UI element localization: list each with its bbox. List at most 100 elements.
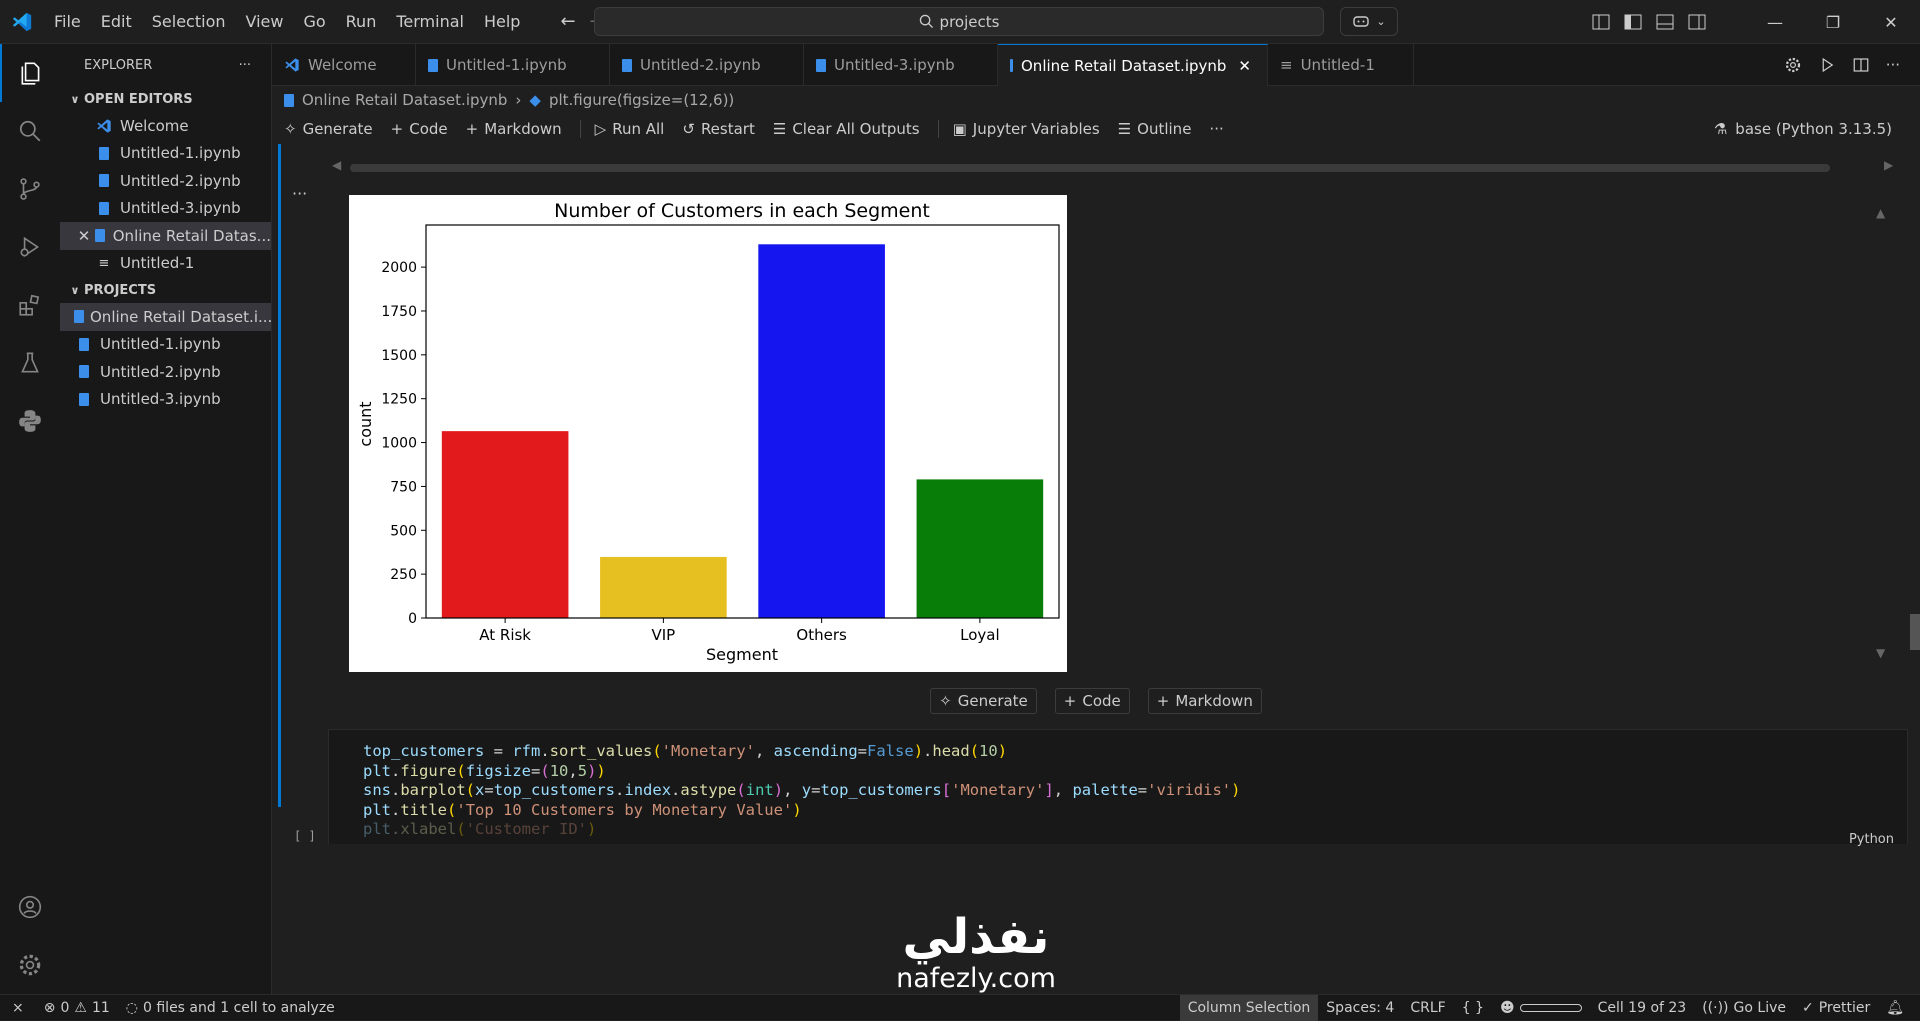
code-line: sns.barplot(x=top_customers.index.astype… (363, 781, 1241, 799)
notebook-toolbar: ✧ Generate + Code + Markdown ▷ Run All ↺ Rest… (272, 114, 1920, 144)
language-braces[interactable]: { } (1454, 995, 1492, 1021)
check-icon: ✓ (1801, 1000, 1814, 1016)
open-editor-item[interactable]: Untitled-3.ipynb (60, 195, 271, 223)
close-icon[interactable]: ✕ (1238, 57, 1251, 75)
run-all-button[interactable]: ▷ Run All (595, 120, 665, 138)
run-icon[interactable] (1818, 56, 1836, 74)
menu-help[interactable]: Help (474, 12, 530, 31)
output-more-icon[interactable]: ··· (292, 184, 307, 203)
clear-outputs-button[interactable]: ☰ Clear All Outputs (773, 120, 920, 138)
tab-untitled-3-ipynb[interactable]: Untitled-3.ipynb (804, 44, 998, 86)
restore-icon[interactable]: ❐ (1804, 13, 1862, 32)
copilot-button[interactable]: ⌄ (1340, 7, 1398, 36)
menu-go[interactable]: Go (293, 12, 335, 31)
add-code-button[interactable]: + Code (391, 120, 448, 138)
add-code-button[interactable]: + Code (1054, 688, 1130, 714)
project-file-item[interactable]: Untitled-3.ipynb (60, 386, 271, 414)
add-markdown-button[interactable]: + Markdown (466, 120, 562, 138)
tab-welcome[interactable]: Welcome (272, 44, 416, 86)
breadcrumb-file[interactable]: Online Retail Dataset.ipynb (302, 91, 507, 109)
column-selection-mode[interactable]: Column Selection (1179, 995, 1319, 1021)
indentation[interactable]: Spaces: 4 (1318, 995, 1402, 1021)
scroll-left-icon[interactable]: ◀ (332, 158, 341, 172)
open-editors-header[interactable]: ∨ OPEN EDITORS (60, 86, 271, 112)
toggle-primary-sidebar-icon[interactable] (1624, 14, 1642, 30)
open-editor-item[interactable]: ≡ Untitled-1 (60, 250, 271, 278)
generate-button[interactable]: ✧ Generate (284, 120, 373, 138)
menu-edit[interactable]: Edit (91, 12, 142, 31)
explorer-activity[interactable] (0, 44, 60, 102)
plus-icon: + (390, 120, 404, 138)
analysis-status[interactable]: ◌ 0 files and 1 cell to analyze (118, 995, 343, 1021)
split-editor-icon[interactable] (1852, 56, 1870, 74)
close-window-icon[interactable]: ✕ (1862, 13, 1920, 32)
more-actions-icon[interactable]: ··· (1209, 120, 1223, 138)
customize-layout-icon[interactable] (1592, 14, 1610, 30)
testing-activity[interactable] (0, 334, 60, 392)
menu-terminal[interactable]: Terminal (386, 12, 474, 31)
open-editor-item-active[interactable]: ✕ Online Retail Datas... (60, 222, 271, 250)
toggle-secondary-sidebar-icon[interactable] (1688, 14, 1706, 30)
breadcrumb-symbol[interactable]: plt.figure(figsize=(12,6)) (549, 91, 734, 109)
open-editor-item[interactable]: Welcome (60, 112, 271, 140)
cell-position[interactable]: Cell 19 of 23 (1590, 995, 1695, 1021)
go-live-button[interactable]: ((·)) Go Live (1694, 995, 1794, 1021)
tab-untitled-1-ipynb[interactable]: Untitled-1.ipynb (416, 44, 610, 86)
code-cell-editor[interactable]: top_customers = rfm.sort_values('Monetar… (328, 729, 1908, 844)
more-actions-icon[interactable]: ··· (239, 58, 251, 73)
run-debug-activity[interactable] (0, 218, 60, 276)
y-axis-label: count (356, 401, 375, 446)
tab-online-retail-dataset[interactable]: Online Retail Dataset.ipynb ✕ (998, 44, 1268, 86)
generate-button[interactable]: ✧ Generate (930, 688, 1037, 714)
menu-view[interactable]: View (236, 12, 294, 31)
output-horizontal-scrollbar[interactable] (350, 164, 1830, 172)
manage-activity[interactable] (0, 936, 60, 994)
close-icon[interactable]: ✕ (74, 227, 94, 245)
prettier-status[interactable]: ✓ Prettier (1794, 995, 1878, 1021)
tab-untitled-2-ipynb[interactable]: Untitled-2.ipynb (610, 44, 804, 86)
editor-area: Welcome Untitled-1.ipynb Untitled-2.ipyn… (272, 44, 1920, 994)
kernel-picker[interactable]: ⚗ base (Python 3.13.5) (1714, 114, 1892, 144)
gear-icon[interactable] (1784, 56, 1802, 74)
outline-button[interactable]: ☰ Outline (1118, 120, 1192, 138)
menu-selection[interactable]: Selection (142, 12, 236, 31)
toggle-panel-icon[interactable] (1656, 14, 1674, 30)
remote-indicator[interactable]: ⨯ (0, 995, 36, 1021)
jupyter-variables-button[interactable]: ▣ Jupyter Variables (953, 120, 1100, 138)
restart-button[interactable]: ↺ Restart (682, 120, 755, 138)
project-file-item[interactable]: Untitled-2.ipynb (60, 358, 271, 386)
scroll-up-icon[interactable]: ▲ (1876, 206, 1885, 220)
command-center-search[interactable]: projects (594, 7, 1324, 36)
copilot-status[interactable]: ☻ (1492, 995, 1590, 1021)
minimize-icon[interactable]: — (1746, 13, 1804, 32)
vertical-scrollbar-thumb[interactable] (1910, 614, 1920, 650)
source-control-activity[interactable] (0, 160, 60, 218)
more-actions-icon[interactable]: ··· (1886, 56, 1900, 74)
project-file-item[interactable]: Untitled-1.ipynb (60, 331, 271, 359)
restart-icon: ↺ (682, 120, 695, 138)
scroll-down-icon[interactable]: ▼ (1876, 646, 1885, 660)
text-file-icon: ≡ (98, 255, 110, 271)
x-tick-label: Loyal (960, 626, 1000, 644)
open-editor-item[interactable]: Untitled-2.ipynb (60, 167, 271, 195)
end-of-line[interactable]: CRLF (1402, 995, 1453, 1021)
extensions-activity[interactable] (0, 276, 60, 334)
accounts-activity[interactable] (0, 878, 60, 936)
source-control-icon (20, 178, 40, 200)
python-activity[interactable] (0, 392, 60, 450)
problems-indicator[interactable]: ⊗ 0 ⚠ 11 (36, 995, 118, 1021)
menu-file[interactable]: File (44, 12, 91, 31)
tab-untitled-1[interactable]: ≡ Untitled-1 (1268, 44, 1414, 86)
search-activity[interactable] (0, 102, 60, 160)
scroll-right-icon[interactable]: ▶ (1884, 158, 1893, 172)
back-arrow-icon[interactable]: ← (560, 11, 575, 32)
project-file-item[interactable]: Online Retail Dataset.i... (60, 303, 271, 331)
add-markdown-button[interactable]: + Markdown (1147, 688, 1262, 714)
notifications-bell[interactable]: 🔔︎ (1878, 995, 1912, 1021)
menu-run[interactable]: Run (336, 12, 387, 31)
notebook-cells: ◀ ▶ ··· Number of Customers in each Segm… (272, 144, 1920, 994)
execution-count[interactable]: [ ] (294, 829, 316, 843)
cell-language[interactable]: Python (1849, 832, 1894, 847)
open-editor-item[interactable]: Untitled-1.ipynb (60, 140, 271, 168)
projects-header[interactable]: ∨ PROJECTS (60, 277, 271, 303)
